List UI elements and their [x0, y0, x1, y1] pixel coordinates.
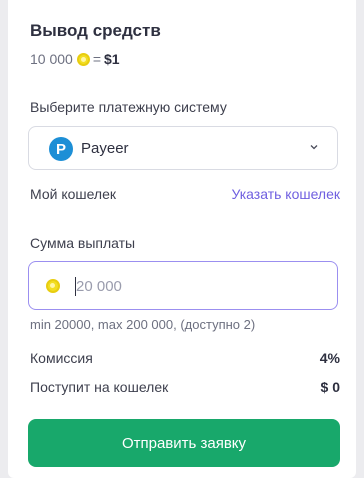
- rate-equals: =: [92, 51, 102, 67]
- coin-icon: [76, 52, 90, 66]
- amount-hint: min 20000, max 200 000, (доступно 2): [30, 317, 256, 332]
- receive-row: Поступит на кошелек $ 0: [30, 379, 340, 395]
- receive-label: Поступит на кошелек: [30, 379, 169, 395]
- receive-value: $ 0: [320, 379, 340, 395]
- commission-label: Комиссия: [30, 350, 93, 366]
- exchange-rate: 10 000 = $1: [30, 51, 120, 67]
- rate-value: $1: [104, 51, 120, 67]
- coin-icon: [46, 279, 60, 293]
- submit-request-button[interactable]: Отправить заявку: [28, 419, 340, 467]
- payeer-logo-icon: P: [49, 137, 73, 161]
- page-title: Вывод средств: [30, 21, 161, 40]
- payeer-logo-letter: P: [55, 140, 66, 158]
- selected-payment-system: Payeer: [81, 140, 129, 157]
- commission-row: Комиссия 4%: [30, 350, 340, 366]
- specify-wallet-link[interactable]: Указать кошелек: [231, 186, 340, 202]
- wallet-label: Мой кошелек: [30, 186, 117, 202]
- payment-system-label: Выберите платежную систему: [30, 99, 227, 115]
- chevron-down-icon: [310, 145, 318, 150]
- rate-amount: 10 000: [30, 51, 73, 67]
- withdraw-card: Вывод средств 10 000 = $1 Выберите плате…: [8, 0, 356, 478]
- commission-value: 4%: [319, 350, 340, 366]
- payment-system-select[interactable]: P Payeer: [28, 126, 338, 170]
- amount-field[interactable]: [28, 261, 338, 310]
- amount-input[interactable]: [76, 272, 316, 300]
- amount-label: Сумма выплаты: [30, 235, 136, 251]
